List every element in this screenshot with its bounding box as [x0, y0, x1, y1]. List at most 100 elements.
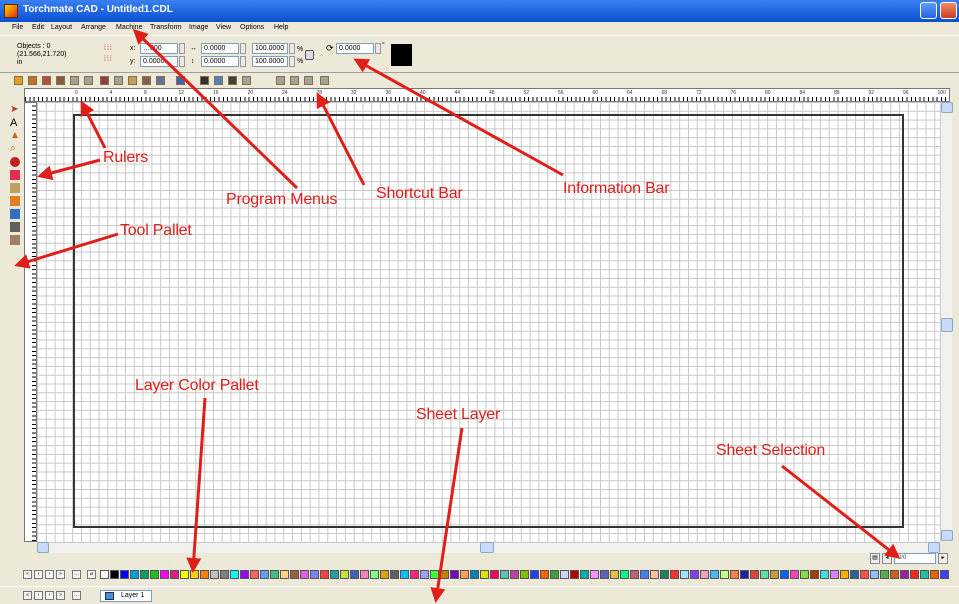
color-swatch[interactable] [520, 570, 529, 579]
color-swatch[interactable] [560, 570, 569, 579]
color-swatch[interactable] [770, 570, 779, 579]
color-swatch[interactable] [890, 570, 899, 579]
knife-tool-icon[interactable] [10, 222, 20, 232]
x-spinner[interactable] [179, 43, 185, 54]
menu-transform[interactable]: Transform [150, 24, 182, 31]
color-swatch[interactable] [450, 570, 459, 579]
y-position-field[interactable]: 0.0000 [140, 56, 178, 67]
color-swatch[interactable] [570, 570, 579, 579]
color-swatch[interactable] [270, 570, 279, 579]
color-swatch[interactable] [540, 570, 549, 579]
color-swatch[interactable] [380, 570, 389, 579]
width-spinner[interactable] [240, 43, 246, 54]
scroll-down-button[interactable] [941, 530, 953, 541]
color-swatch[interactable] [290, 570, 299, 579]
color-swatch[interactable] [480, 570, 489, 579]
color-swatch[interactable] [760, 570, 769, 579]
menu-file[interactable]: File [12, 24, 23, 31]
layer-next-button[interactable]: › [45, 591, 54, 600]
color-swatch[interactable] [130, 570, 139, 579]
color-swatch[interactable] [200, 570, 209, 579]
shortcut-icon[interactable] [290, 76, 299, 85]
color-swatch[interactable] [140, 570, 149, 579]
color-swatch[interactable] [600, 570, 609, 579]
color-swatch[interactable] [240, 570, 249, 579]
shortcut-icon[interactable] [84, 76, 93, 85]
color-swatch[interactable] [700, 570, 709, 579]
color-swatch[interactable] [840, 570, 849, 579]
shape-tool-icon[interactable]: ▲ [10, 131, 20, 141]
color-swatch[interactable] [590, 570, 599, 579]
color-swatch[interactable] [670, 570, 679, 579]
shortcut-icon[interactable] [114, 76, 123, 85]
color-swatch[interactable] [550, 570, 559, 579]
color-swatch[interactable] [360, 570, 369, 579]
color-swatch[interactable] [330, 570, 339, 579]
menu-view[interactable]: View [216, 24, 231, 31]
rotation-field[interactable]: 0.0000 [336, 43, 374, 54]
color-swatch[interactable] [460, 570, 469, 579]
horizontal-scroll-thumb[interactable] [480, 542, 494, 553]
color-swatch[interactable] [110, 570, 119, 579]
color-swatch[interactable] [150, 570, 159, 579]
color-swatch[interactable] [790, 570, 799, 579]
color-swatch[interactable] [370, 570, 379, 579]
node-tool-icon[interactable] [10, 157, 20, 167]
color-swatch[interactable] [500, 570, 509, 579]
zoom-tool-icon[interactable]: ⌕ [10, 144, 20, 154]
vertical-scroll-thumb[interactable] [941, 318, 953, 332]
color-swatch[interactable] [940, 570, 949, 579]
color-swatch[interactable] [530, 570, 539, 579]
sheet-next-button[interactable]: ▸ [938, 553, 948, 564]
menu-edit[interactable]: Edit [32, 24, 44, 31]
color-swatch[interactable] [690, 570, 699, 579]
shortcut-icon[interactable] [128, 76, 137, 85]
scale-x-field[interactable]: 100.0000 [252, 43, 288, 54]
color-swatch[interactable] [910, 570, 919, 579]
shortcut-icon[interactable] [42, 76, 51, 85]
scroll-up-button[interactable] [941, 102, 953, 113]
layer-last-button[interactable]: » [56, 591, 65, 600]
color-swatch[interactable] [800, 570, 809, 579]
color-swatch[interactable] [860, 570, 869, 579]
color-swatch[interactable] [730, 570, 739, 579]
color-swatch[interactable] [280, 570, 289, 579]
shortcut-icon[interactable] [142, 76, 151, 85]
shortcut-icon[interactable] [100, 76, 109, 85]
horizontal-scrollbar[interactable] [37, 542, 940, 553]
rotation-spinner[interactable] [375, 43, 381, 54]
color-swatch[interactable] [470, 570, 479, 579]
close-button[interactable] [940, 2, 957, 19]
anchor-grid-icon[interactable]: ⁞⁞⁞ [104, 45, 113, 53]
color-swatch[interactable] [510, 570, 519, 579]
layer-tab[interactable]: Layer 1 [100, 590, 152, 602]
lock-ratio-icon[interactable] [305, 50, 314, 60]
shortcut-icon[interactable] [200, 76, 209, 85]
menu-options[interactable]: Options [240, 24, 264, 31]
no-color-icon[interactable]: ⌀ [87, 570, 96, 579]
color-swatch[interactable] [100, 570, 109, 579]
color-swatch[interactable] [850, 570, 859, 579]
shortcut-icon[interactable] [176, 76, 185, 85]
color-swatch[interactable] [580, 570, 589, 579]
sheet-number-field[interactable]: 0/0 [894, 553, 936, 564]
color-swatch[interactable] [930, 570, 939, 579]
color-swatch[interactable] [650, 570, 659, 579]
color-swatch[interactable] [320, 570, 329, 579]
anchor-grid-icon-2[interactable]: ⁞⁞⁞ [104, 56, 113, 64]
minimize-button[interactable] [920, 2, 937, 19]
shortcut-icon[interactable] [28, 76, 37, 85]
color-swatch[interactable] [350, 570, 359, 579]
color-swatch[interactable] [830, 570, 839, 579]
y-spinner[interactable] [179, 56, 185, 67]
pallet-next-button[interactable]: › [45, 570, 54, 579]
shortcut-icon[interactable] [276, 76, 285, 85]
scale-x-spinner[interactable] [289, 43, 295, 54]
color-swatch[interactable] [820, 570, 829, 579]
layer-menu-button[interactable]: … [72, 591, 81, 600]
shortcut-icon[interactable] [242, 76, 251, 85]
color-swatch[interactable] [900, 570, 909, 579]
scroll-left-button[interactable] [37, 542, 49, 553]
shortcut-icon[interactable] [56, 76, 65, 85]
color-swatch[interactable] [210, 570, 219, 579]
